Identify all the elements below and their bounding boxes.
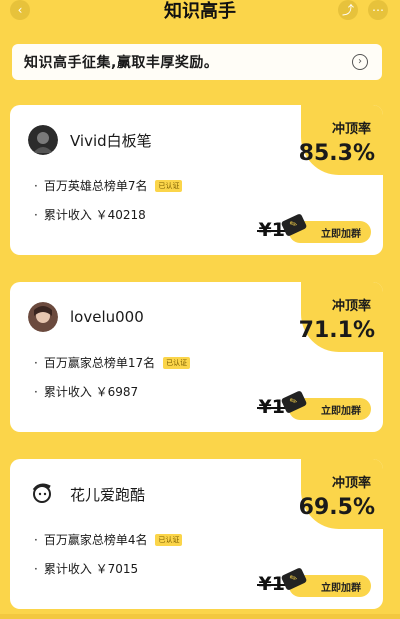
top-bar: ‹ 知识高手 ⤴ ⋯ [0, 0, 400, 32]
recruit-banner-text: 知识高手征集,赢取丰厚奖励。 [24, 55, 219, 71]
rate-label: 冲顶率 [331, 122, 371, 137]
verified-tag: 已认证 [163, 356, 191, 369]
income-row: · 累计收入 ￥40218 [34, 207, 146, 223]
rate-value: 71.1% [298, 318, 375, 343]
expert-card[interactable]: 冲顶率 85.3% Vivid白板笔 · 百万英雄总榜单7名 已认证 · 累计收… [10, 105, 383, 255]
bottom-nav-strip [0, 614, 400, 619]
join-group-button[interactable]: ✎ 立即加群 [280, 567, 371, 597]
user-info: lovelu000 [28, 302, 144, 332]
rate-value: 85.3% [298, 141, 375, 166]
rate-value: 69.5% [298, 495, 375, 520]
income-row: · 累计收入 ￥6987 [34, 384, 139, 400]
user-info: Vivid白板笔 [28, 125, 152, 155]
rank-text: 百万赢家总榜单4名 [43, 533, 148, 547]
rank-row: · 百万英雄总榜单7名 已认证 [34, 177, 183, 194]
rank-row: · 百万赢家总榜单17名 已认证 [34, 354, 191, 371]
join-label: 立即加群 [321, 405, 361, 417]
rank-row: · 百万赢家总榜单4名 已认证 [34, 531, 183, 548]
verified-tag: 已认证 [155, 179, 183, 192]
back-icon[interactable]: ‹ [10, 0, 30, 20]
rank-text: 百万英雄总榜单7名 [43, 179, 148, 193]
join-label: 立即加群 [321, 228, 361, 240]
chevron-right-icon[interactable]: › [352, 54, 368, 70]
avatar[interactable] [28, 125, 58, 155]
avatar[interactable] [28, 302, 58, 332]
user-name: 花儿爱跑酷 [70, 485, 146, 504]
rate-badge: 冲顶率 69.5% [298, 459, 383, 529]
page-title: 知识高手 [164, 1, 236, 22]
income-row: · 累计收入 ￥7015 [34, 561, 139, 577]
verified-tag: 已认证 [155, 533, 183, 546]
expert-card[interactable]: 冲顶率 71.1% lovelu000 · 百万赢家总榜单17名 已认证 · 累… [10, 282, 383, 432]
user-name: lovelu000 [70, 308, 144, 326]
join-group-button[interactable]: ✎ 立即加群 [280, 390, 371, 420]
more-icon[interactable]: ⋯ [368, 0, 388, 20]
user-info: 花儿爱跑酷 [28, 479, 145, 509]
user-name: Vivid白板笔 [70, 131, 152, 150]
avatar[interactable] [28, 479, 58, 509]
recruit-banner[interactable]: 知识高手征集,赢取丰厚奖励。 › [12, 44, 382, 80]
rate-badge: 冲顶率 85.3% [298, 105, 383, 175]
income-text: 累计收入 ￥7015 [43, 562, 139, 576]
income-text: 累计收入 ￥40218 [43, 208, 146, 222]
share-icon[interactable]: ⤴ [338, 0, 358, 20]
join-label: 立即加群 [321, 582, 361, 594]
expert-card[interactable]: 冲顶率 69.5% 花儿爱跑酷 · 百万赢家总榜单4名 已认证 · 累计收入 ￥… [10, 459, 383, 609]
join-group-button[interactable]: ✎ 立即加群 [280, 213, 371, 243]
rate-badge: 冲顶率 71.1% [298, 282, 383, 352]
rate-label: 冲顶率 [331, 476, 371, 491]
rate-label: 冲顶率 [331, 299, 371, 314]
income-text: 累计收入 ￥6987 [43, 385, 139, 399]
rank-text: 百万赢家总榜单17名 [43, 356, 156, 370]
